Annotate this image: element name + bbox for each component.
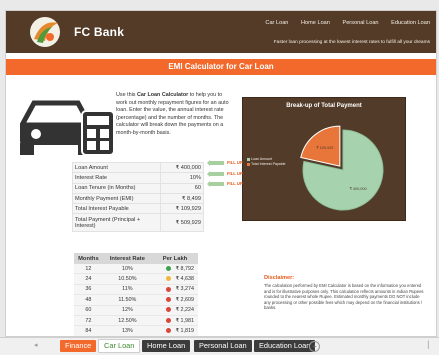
disclaimer-title: Disclaimer:	[264, 275, 295, 281]
add-sheet-icon[interactable]: +	[309, 341, 320, 352]
loan-amount-input[interactable]: ₹ 400,000	[160, 161, 204, 174]
top-nav: Car Loan Home Loan Personal Loan Educati…	[254, 20, 430, 26]
loan-tenure-input[interactable]: 60	[160, 182, 204, 194]
loan-row-amount: Loan Amount ₹ 400,000	[72, 161, 204, 174]
disclaimer-text: The calculation performed by EMI Calcula…	[264, 283, 424, 311]
intro-text: Use this Car Loan Calculator to help you…	[116, 92, 229, 136]
nav-personal-loan[interactable]: Personal Loan	[342, 20, 378, 26]
loan-row-emi: Monthly Payment (EMI) ₹ 8,499	[72, 192, 204, 205]
arrow-left-icon	[207, 159, 224, 166]
loan-input-table: Loan Amount ₹ 400,000 Interest Rate 10% Lo…	[72, 161, 204, 233]
status-indicator-icon	[166, 276, 172, 282]
bank-logo	[30, 17, 60, 47]
spreadsheet-sheet: FC Bank Car Loan Home Loan Personal Loan…	[5, 10, 437, 337]
car-calculator-icon	[20, 100, 115, 156]
tab-scroll-left-icon[interactable]: ◂	[34, 341, 38, 349]
rate-row: 84 13% ₹ 1,819	[74, 325, 198, 336]
rate-table-header: Months Interest Rate Per Lakh	[74, 253, 198, 264]
slice-label-total-interest: ₹ 109,929	[316, 146, 333, 150]
tagline: Faster loan processing at the lowest int…	[273, 40, 430, 45]
loan-row-tenure: Loan Tenure (in Months) 60	[72, 182, 204, 194]
loan-row-rate: Interest Rate 10%	[72, 172, 204, 184]
fill-up-hint-rate: FILL UP	[207, 170, 243, 177]
tab-home-loan[interactable]: Home Loan	[142, 340, 191, 352]
rate-row: 12 10% ₹ 8,792	[74, 264, 198, 275]
loan-row-total: Total Payment (Principal + Interest) ₹ 50…	[72, 213, 204, 233]
fill-up-hint-tenure: FILL UP	[207, 180, 243, 187]
status-indicator-icon	[166, 265, 172, 271]
loan-row-interest: Total Interest Payable ₹ 109,929	[72, 203, 204, 215]
tab-scroll-right-icon[interactable]: ▏	[428, 341, 433, 349]
total-interest-value: ₹ 109,929	[160, 203, 204, 215]
rate-row: 60 12% ₹ 2,224	[74, 305, 198, 316]
rate-row: 36 11% ₹ 3,274	[74, 284, 198, 296]
emi-value: ₹ 8,499	[160, 192, 204, 205]
fill-up-hint-amount: FILL UP	[207, 159, 243, 166]
status-indicator-icon	[166, 317, 172, 323]
tab-education-loan[interactable]: Education Loan	[254, 340, 316, 352]
chart-legend: Loan Amount Total Interest Payable	[247, 157, 286, 167]
brand-name: FC Bank	[74, 25, 125, 39]
interest-rate-input[interactable]: 10%	[160, 172, 204, 184]
payment-breakup-chart: Break-up of Total Payment ₹ 109,929 ₹ 400…	[242, 97, 406, 221]
nav-home-loan[interactable]: Home Loan	[301, 20, 330, 26]
rate-table: Months Interest Rate Per Lakh 12 10% ₹ 8,…	[74, 253, 198, 336]
arrow-left-icon	[207, 180, 224, 187]
rate-row: 48 11.50% ₹ 2,609	[74, 294, 198, 306]
rate-row: 72 12.50% ₹ 1,981	[74, 315, 198, 327]
tab-personal-loan[interactable]: Personal Loan	[194, 340, 252, 352]
tab-finance[interactable]: Finance	[60, 340, 97, 352]
nav-car-loan[interactable]: Car Loan	[265, 20, 288, 26]
status-indicator-icon	[166, 296, 172, 302]
arrow-left-icon	[207, 170, 224, 177]
tab-car-loan[interactable]: Car Loan	[98, 339, 141, 353]
header-bar: FC Bank Car Loan Home Loan Personal Loan…	[6, 11, 436, 53]
slice-label-loan-amount: ₹ 400,000	[349, 187, 366, 191]
legend-item-total-interest: Total Interest Payable	[247, 162, 286, 167]
rate-row: 24 10.50% ₹ 4,638	[74, 273, 198, 285]
status-indicator-icon	[166, 328, 172, 334]
nav-education-loan[interactable]: Education Loan	[391, 20, 430, 26]
status-indicator-icon	[166, 307, 172, 313]
total-payment-value: ₹ 509,929	[160, 213, 204, 233]
status-indicator-icon	[166, 286, 172, 292]
sheet-tab-bar: ◂ Finance Car Loan Home Loan Personal Lo…	[0, 337, 439, 355]
page-title: EMI Calculator for Car Loan	[6, 59, 436, 75]
